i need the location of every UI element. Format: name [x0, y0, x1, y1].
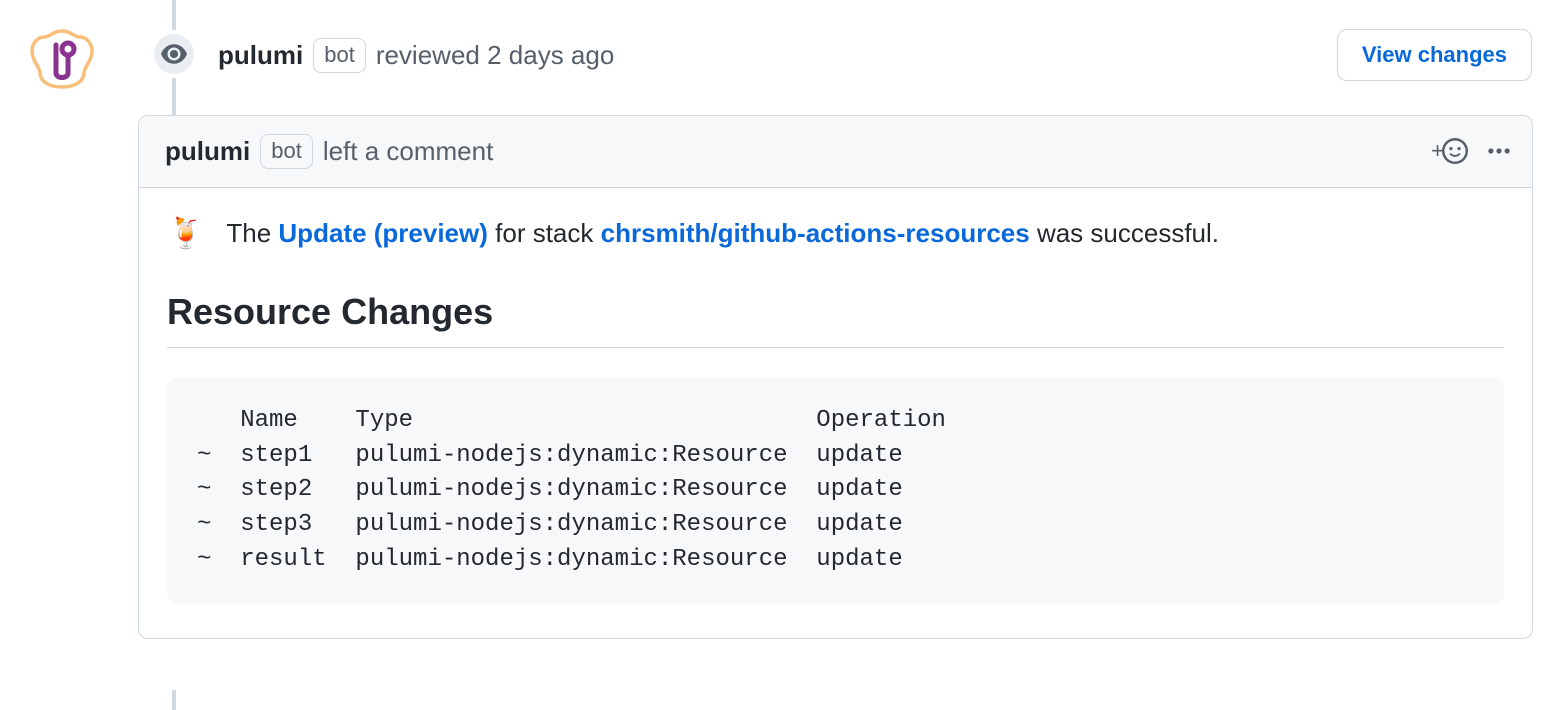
bot-badge: bot: [313, 38, 366, 73]
section-title: Resource Changes: [167, 291, 1504, 348]
stack-link[interactable]: chrsmith/github-actions-resources: [601, 218, 1030, 248]
eye-icon: [150, 30, 198, 78]
bot-badge: bot: [260, 134, 313, 169]
comment-username[interactable]: pulumi: [165, 136, 250, 167]
drink-emoji-icon: 🍹: [167, 216, 204, 251]
review-username[interactable]: pulumi: [218, 40, 303, 71]
comment-box: pulumi bot left a comment + 🍹 The Update…: [138, 115, 1533, 639]
update-preview-link[interactable]: Update (preview): [278, 218, 488, 248]
resource-changes-code: Name Type Operation ~ step1 pulumi-nodej…: [167, 378, 1504, 604]
comment-action: left a comment: [323, 136, 494, 167]
avatar[interactable]: [28, 25, 96, 93]
review-action: reviewed 2 days ago: [376, 40, 615, 71]
status-line: 🍹 The Update (preview) for stack chrsmit…: [167, 216, 1504, 251]
view-changes-button[interactable]: View changes: [1337, 29, 1532, 81]
status-text: The Update (preview) for stack chrsmith/…: [226, 218, 1219, 249]
timeline-line-bottom: [172, 690, 176, 710]
kebab-menu-icon[interactable]: [1486, 138, 1512, 164]
add-reaction-button[interactable]: +: [1431, 138, 1468, 164]
comment-header: pulumi bot left a comment +: [139, 116, 1532, 188]
comment-body: 🍹 The Update (preview) for stack chrsmit…: [139, 188, 1532, 638]
review-header: pulumi bot reviewed 2 days ago: [218, 38, 614, 73]
